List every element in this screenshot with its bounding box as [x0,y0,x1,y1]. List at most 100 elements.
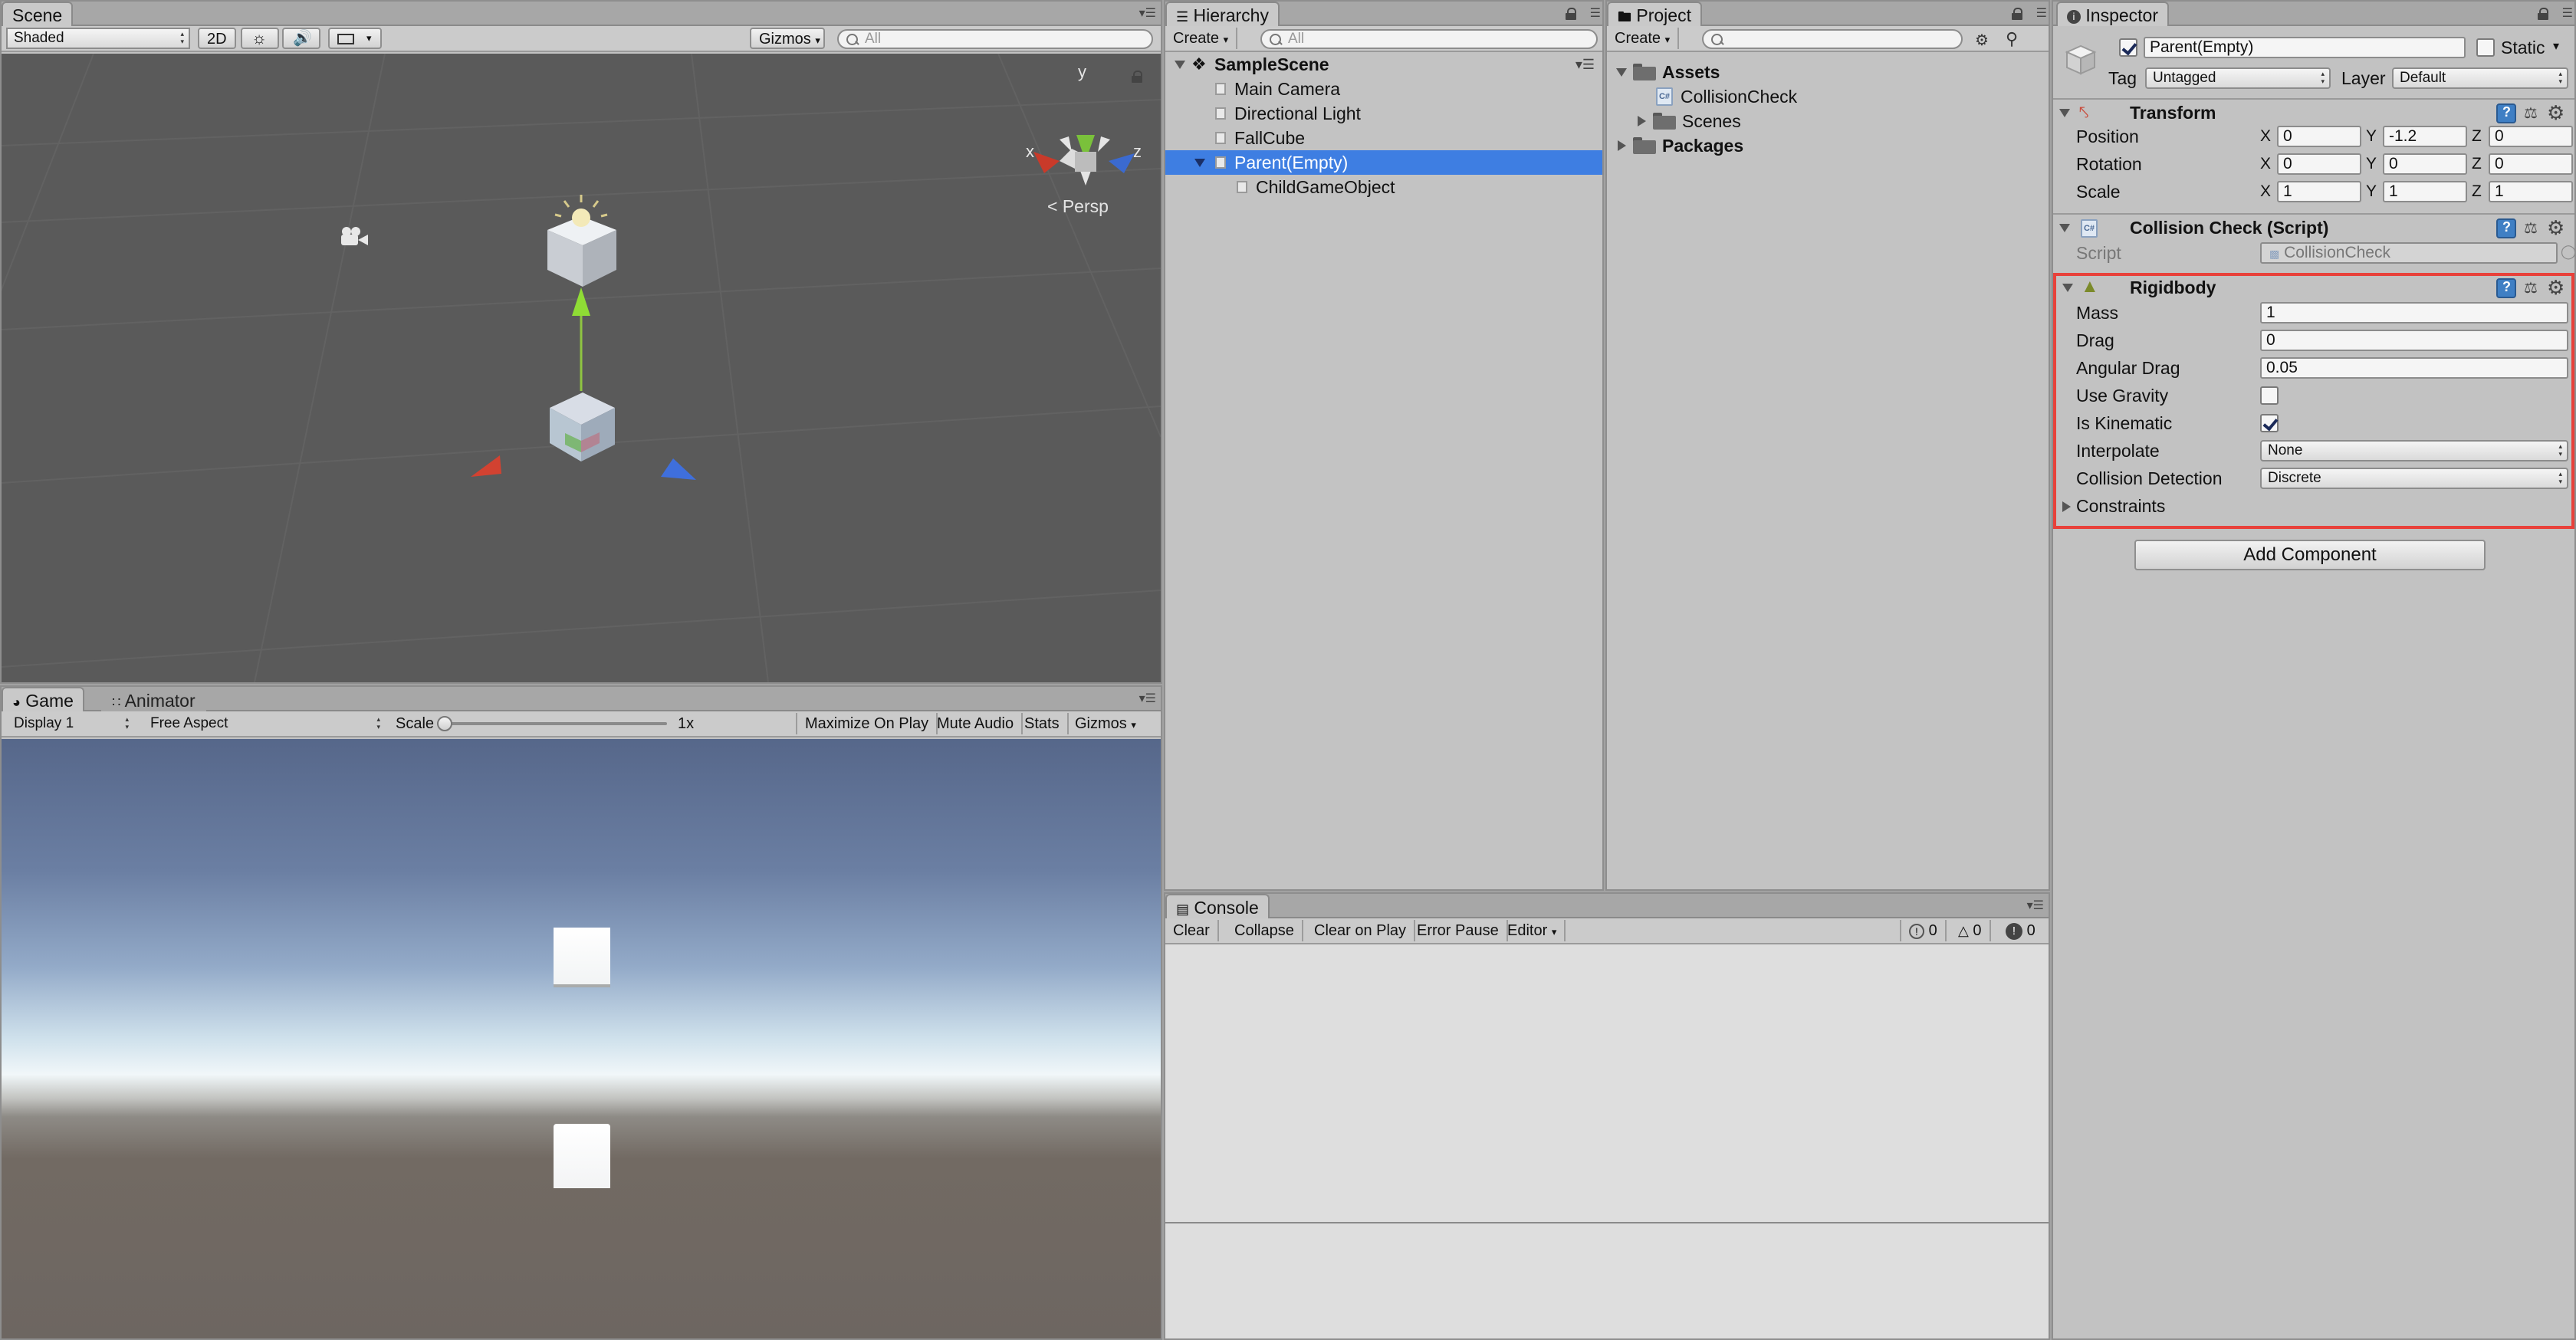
rigidbody-header[interactable]: ▲ Rigidbody ⚖ ⚙ [2053,274,2574,302]
window-menu-icon[interactable]: ▾☰ [1133,6,1156,21]
tab-project[interactable]: 🖿 Project [1607,2,1702,26]
console-clear-button[interactable]: Clear [1165,920,1219,941]
chevron-down-icon[interactable] [1194,159,1205,167]
scene-viewport[interactable]: y x z < Persp [2,54,1161,682]
mass-field[interactable]: 1 [2260,302,2568,324]
is-kinematic-checkbox[interactable] [2260,414,2279,432]
game-viewport[interactable] [2,739,1161,1338]
collision-detection-dropdown[interactable]: Discrete [2260,468,2568,489]
lock-icon[interactable] [1132,71,1142,83]
collision-check-header[interactable]: C# Collision Check (Script) ⚖ ⚙ [2053,213,2574,241]
chevron-down-icon[interactable] [1175,61,1185,69]
preset-icon[interactable]: ⚖ [2524,105,2542,122]
stats-toggle[interactable]: Stats [1017,713,1069,734]
rotation-x-field[interactable]: 0 [2277,153,2361,175]
scene-row[interactable]: ❖ SampleScene ▾☰ [1165,52,1602,77]
scenes-folder-row[interactable]: Scenes [1607,109,2049,133]
active-checkbox[interactable] [2119,38,2137,57]
help-icon[interactable] [2496,103,2516,123]
scene-menu-icon[interactable]: ▾☰ [1576,52,1595,77]
position-y-field[interactable]: -1.2 [2383,126,2467,147]
projection-toggle[interactable]: < Persp [1047,196,1109,217]
list-item[interactable]: ChildGameObject [1165,175,1602,199]
tab-inspector[interactable]: i Inspector [2056,2,2169,26]
object-name-field[interactable]: Parent(Empty) [2144,37,2466,58]
window-menu-icon[interactable]: ☰ [2024,6,2047,21]
interpolate-dropdown[interactable]: None [2260,440,2568,461]
layer-dropdown[interactable]: Default [2392,67,2568,89]
lighting-toggle[interactable]: ☼ [241,28,279,49]
help-icon[interactable] [2496,218,2516,238]
constraints-foldout[interactable]: Constraints [2053,495,2360,518]
angular-drag-field[interactable]: 0.05 [2260,357,2568,379]
scale-z-field[interactable]: 1 [2489,181,2573,202]
scale-slider-thumb[interactable] [437,716,452,731]
chevron-right-icon[interactable] [2062,501,2071,512]
drag-field[interactable]: 0 [2260,330,2568,351]
use-gravity-checkbox[interactable] [2260,386,2279,405]
effects-toggle[interactable]: ▾ [328,28,382,49]
shading-mode-dropdown[interactable]: Shaded [6,28,190,49]
window-menu-icon[interactable]: ☰ [2550,6,2573,21]
chevron-down-icon[interactable] [1616,68,1627,77]
console-warning-toggle[interactable]: △ 0 [1950,920,1991,941]
hierarchy-search-input[interactable]: All [1260,29,1598,49]
console-log-toggle[interactable]: ! 0 [1900,920,1947,941]
static-checkbox[interactable] [2476,38,2495,57]
project-create-button[interactable]: Create ▾ [1607,28,1680,49]
chevron-down-icon[interactable] [2059,109,2070,117]
transform-header[interactable]: ⤣ Transform ⚖ ⚙ [2053,98,2574,126]
script-asset-row[interactable]: C# CollisionCheck [1607,84,2049,109]
console-collapse-toggle[interactable]: Collapse [1227,920,1303,941]
game-gizmos-dropdown[interactable]: Gizmos ▾ [1067,713,1144,734]
scale-slider[interactable] [437,716,667,731]
chevron-down-icon[interactable] [2059,224,2070,232]
gear-icon[interactable]: ⚙ [2547,102,2568,123]
tag-dropdown[interactable]: Untagged [2145,67,2331,89]
mute-audio-toggle[interactable]: Mute Audio [929,713,1024,734]
window-menu-icon[interactable]: ▾☰ [1133,691,1156,707]
assets-folder-row[interactable]: Assets [1607,60,2049,84]
console-error-pause-toggle[interactable]: Error Pause [1409,920,1508,941]
rotation-z-field[interactable]: 0 [2489,153,2573,175]
rotation-y-field[interactable]: 0 [2383,153,2467,175]
window-menu-icon[interactable]: ☰ [1578,6,1601,21]
scale-x-field[interactable]: 1 [2277,181,2361,202]
search-by-label-icon[interactable]: ⚲ [2006,29,2029,48]
chevron-right-icon[interactable] [1618,140,1626,151]
tab-animator[interactable]: ∷ Animator [101,687,206,711]
console-error-toggle[interactable]: ! 0 [1998,920,2043,941]
object-picker-icon[interactable]: ◯ [2561,244,2574,260]
list-item[interactable]: Main Camera [1165,77,1602,101]
chevron-right-icon[interactable] [1638,116,1646,126]
lock-icon[interactable] [2012,8,2022,20]
tab-scene[interactable]: Scene [2,2,74,26]
2d-toggle[interactable]: 2D [198,28,236,49]
scene-search-input[interactable]: All [837,29,1153,49]
lock-icon[interactable] [1566,8,1576,20]
window-menu-icon[interactable]: ▾☰ [2021,898,2044,914]
hierarchy-create-button[interactable]: Create ▾ [1165,28,1238,49]
tab-hierarchy[interactable]: ☰ Hierarchy [1165,2,1280,26]
static-dropdown-icon[interactable]: ▾ [2553,38,2559,54]
help-icon[interactable] [2496,278,2516,298]
search-by-type-icon[interactable]: ⚙ [1975,31,1998,49]
audio-toggle[interactable]: 🔊 [282,28,320,49]
project-search-input[interactable] [1702,29,1963,49]
preset-icon[interactable]: ⚖ [2524,280,2542,297]
lock-icon[interactable] [2538,8,2548,20]
add-component-button[interactable]: Add Component [2134,540,2486,570]
list-item-selected[interactable]: Parent(Empty) [1165,150,1602,175]
display-dropdown[interactable]: Display 1 [6,713,135,734]
preset-icon[interactable]: ⚖ [2524,220,2542,237]
tab-console[interactable]: ▤ Console [1165,894,1270,918]
position-x-field[interactable]: 0 [2277,126,2361,147]
aspect-dropdown[interactable]: Free Aspect [143,713,386,734]
list-item[interactable]: FallCube [1165,126,1602,150]
list-item[interactable]: Directional Light [1165,101,1602,126]
gear-icon[interactable]: ⚙ [2547,277,2568,298]
console-log-area[interactable] [1165,946,2049,1216]
gear-icon[interactable]: ⚙ [2547,217,2568,238]
gizmos-dropdown[interactable]: Gizmos ▾ [750,28,825,49]
tab-game[interactable]: ◕ Game [2,687,84,711]
